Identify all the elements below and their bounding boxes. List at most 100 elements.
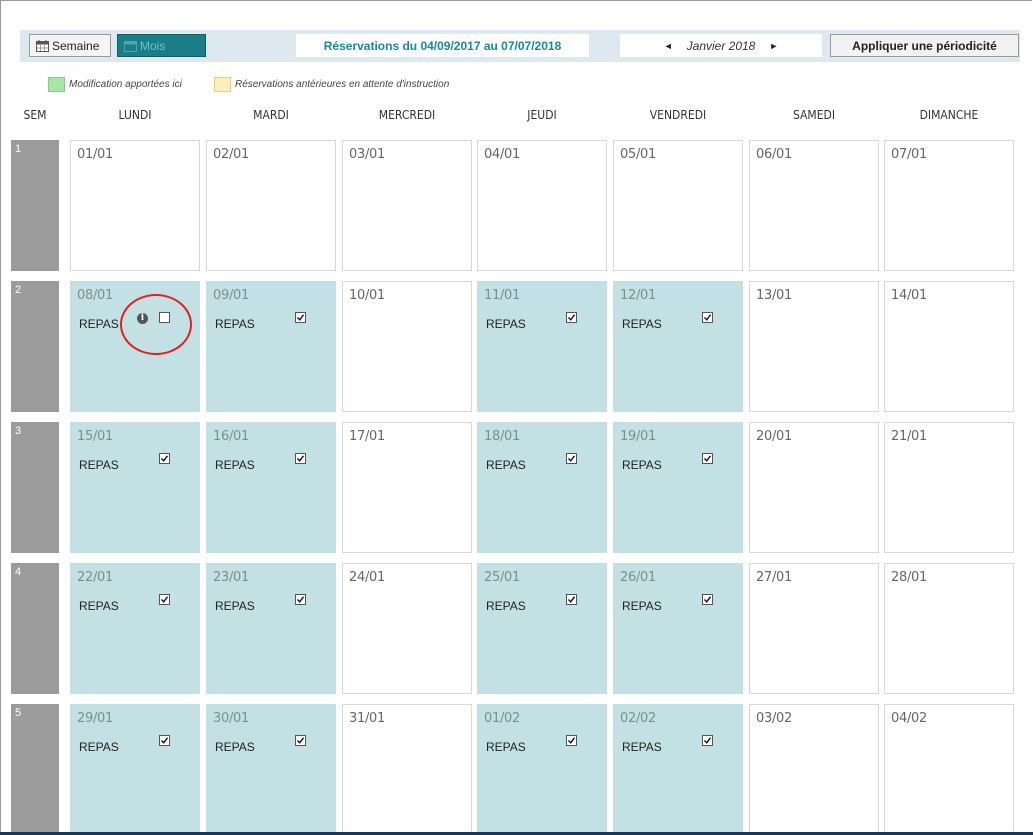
month-navigator: ◄ Janvier 2018 ► (620, 34, 822, 57)
header-samedi: SAMEDI (792, 108, 836, 122)
day-cell[interactable]: 02/01 (206, 140, 336, 271)
checkmark-icon (296, 737, 305, 744)
day-date: 09/01 (213, 288, 249, 303)
meal-label: REPAS (79, 599, 119, 613)
day-date: 16/01 (213, 429, 249, 444)
day-cell[interactable]: 14/01 (884, 281, 1014, 412)
checkmark-icon (703, 314, 712, 321)
meal-checkbox[interactable] (159, 735, 170, 746)
apply-periodicity-button[interactable]: Appliquer une périodicité (830, 34, 1019, 57)
checkmark-icon (567, 314, 576, 321)
day-cell[interactable]: 26/01 REPAS (613, 563, 743, 694)
day-cell[interactable]: 23/01 REPAS (206, 563, 336, 694)
booking-range-label: Réservations du 04/09/2017 au 07/07/2018 (296, 34, 589, 57)
day-date: 20/01 (756, 429, 792, 444)
checkmark-icon (703, 455, 712, 462)
week-number-bar: 3 (11, 422, 59, 553)
next-month-arrow-icon[interactable]: ► (769, 41, 778, 51)
checkmark-icon (160, 596, 169, 603)
day-date: 13/01 (756, 288, 792, 303)
meal-checkbox[interactable] (566, 735, 577, 746)
month-view-button[interactable]: Mois (117, 34, 206, 57)
week-number-bar: 2 (11, 281, 59, 412)
legend-pending: Réservations antérieures en attente d'in… (214, 76, 449, 92)
day-cell[interactable]: 10/01 (342, 281, 472, 412)
day-cell[interactable]: 15/01 REPAS (70, 422, 200, 553)
week-number: 5 (15, 707, 22, 719)
meal-checkbox[interactable] (295, 735, 306, 746)
day-cell[interactable]: 17/01 (342, 422, 472, 553)
month-view-label: Mois (140, 38, 166, 53)
day-cell[interactable]: 11/01 REPAS (477, 281, 607, 412)
day-cell[interactable]: 02/02 REPAS (613, 704, 743, 833)
day-cell[interactable]: 29/01 REPAS (70, 704, 200, 833)
day-cell[interactable]: 20/01 (749, 422, 879, 553)
day-cell[interactable]: 01/02 REPAS (477, 704, 607, 833)
day-cell[interactable]: 12/01 REPAS (613, 281, 743, 412)
week-number-bar: 4 (11, 563, 59, 694)
week-number: 1 (15, 143, 22, 155)
day-cell[interactable]: 13/01 (749, 281, 879, 412)
day-date: 22/01 (77, 570, 113, 585)
meal-checkbox[interactable] (702, 735, 713, 746)
day-cell[interactable]: 31/01 (342, 704, 472, 833)
meal-checkbox[interactable] (295, 312, 306, 323)
meal-checkbox[interactable] (702, 453, 713, 464)
meal-label: REPAS (486, 317, 526, 331)
day-cell[interactable]: 18/01 REPAS (477, 422, 607, 553)
day-cell[interactable]: 16/01 REPAS (206, 422, 336, 553)
meal-checkbox[interactable] (159, 453, 170, 464)
meal-label: REPAS (215, 599, 255, 613)
day-cell[interactable]: 30/01 REPAS (206, 704, 336, 833)
day-cell[interactable]: 01/01 (70, 140, 200, 271)
day-cell[interactable]: 27/01 (749, 563, 879, 694)
day-cell[interactable]: 21/01 (884, 422, 1014, 553)
day-cell[interactable]: 19/01 REPAS (613, 422, 743, 553)
checkmark-icon (160, 737, 169, 744)
day-cell[interactable]: 24/01 (342, 563, 472, 694)
checkmark-icon (567, 455, 576, 462)
header-mercredi: MERCREDI (378, 108, 436, 122)
meal-checkbox[interactable] (159, 594, 170, 605)
day-cell[interactable]: 06/01 (749, 140, 879, 271)
day-date: 11/01 (484, 288, 520, 303)
day-date: 30/01 (213, 711, 249, 726)
day-cell[interactable]: 22/01 REPAS (70, 563, 200, 694)
week-view-label: Semaine (52, 38, 100, 53)
day-cell[interactable]: 25/01 REPAS (477, 563, 607, 694)
day-date: 08/01 (77, 288, 113, 303)
day-cell[interactable]: 05/01 (613, 140, 743, 271)
day-cell[interactable]: 03/02 (749, 704, 879, 833)
header-mardi: MARDI (253, 108, 289, 122)
meal-checkbox[interactable] (702, 594, 713, 605)
day-cell[interactable]: 04/01 (477, 140, 607, 271)
day-cell[interactable]: 07/01 (884, 140, 1014, 271)
day-cell[interactable]: 04/02 (884, 704, 1014, 833)
highlight-circle (120, 294, 192, 355)
meal-label: REPAS (486, 740, 526, 754)
header-vendredi: VENDREDI (649, 108, 707, 122)
header-jeudi: JEUDI (527, 108, 557, 122)
meal-label: REPAS (215, 317, 255, 331)
meal-checkbox[interactable] (566, 594, 577, 605)
previous-month-arrow-icon[interactable]: ◄ (664, 41, 673, 51)
meal-checkbox[interactable] (295, 453, 306, 464)
day-date: 23/01 (213, 570, 249, 585)
meal-checkbox[interactable] (566, 453, 577, 464)
meal-checkbox[interactable] (702, 312, 713, 323)
day-date: 27/01 (756, 570, 792, 585)
day-date: 19/01 (620, 429, 656, 444)
day-cell[interactable]: 28/01 (884, 563, 1014, 694)
meal-checkbox[interactable] (295, 594, 306, 605)
week-view-button[interactable]: Semaine (29, 34, 111, 57)
day-date: 02/02 (620, 711, 656, 726)
day-date: 29/01 (77, 711, 113, 726)
legend-swatch-green (48, 76, 65, 92)
day-cell[interactable]: 09/01 REPAS (206, 281, 336, 412)
day-date: 10/01 (349, 288, 385, 303)
day-date: 12/01 (620, 288, 656, 303)
checkmark-icon (567, 596, 576, 603)
day-cell[interactable]: 03/01 (342, 140, 472, 271)
week-number: 4 (15, 566, 22, 578)
meal-checkbox[interactable] (566, 312, 577, 323)
